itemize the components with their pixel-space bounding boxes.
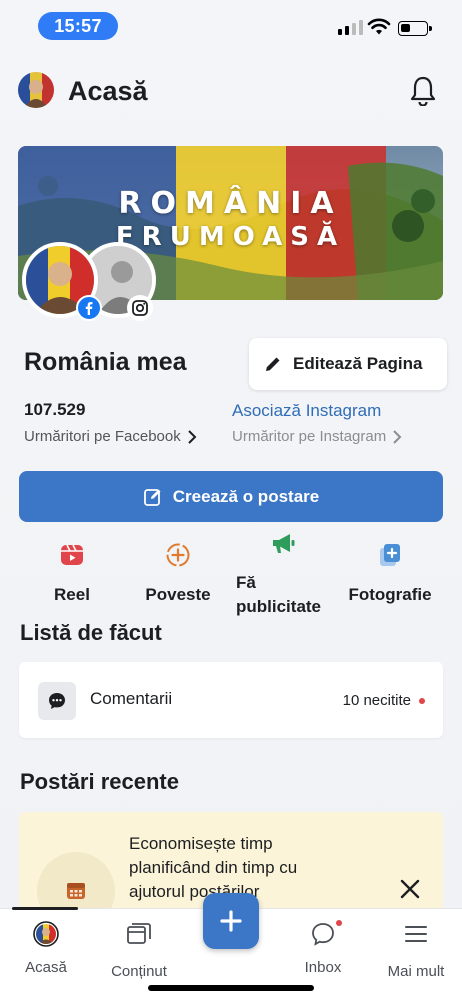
cover-title-line2: FRUMOASĂ	[115, 222, 346, 252]
create-post-button[interactable]: Creează o postare	[19, 471, 443, 522]
cover-title-line1: ROMÂNIA	[118, 186, 343, 221]
edit-page-label: Editează Pagina	[293, 354, 423, 373]
wifi-icon	[367, 18, 391, 35]
compose-icon	[143, 488, 161, 506]
action-story-label: Poveste	[145, 585, 211, 604]
action-photo-label: Fotografie	[348, 585, 432, 604]
nav-content-label: Conținut	[111, 963, 167, 980]
inbox-icon	[310, 920, 342, 947]
close-icon[interactable]	[399, 878, 421, 900]
action-advertise[interactable]: Fă publicitate	[236, 530, 332, 617]
bell-icon[interactable]	[408, 74, 438, 106]
edit-page-button[interactable]: Editează Pagina	[249, 338, 447, 390]
chevron-right-icon	[188, 429, 197, 444]
story-plus-icon	[166, 543, 190, 567]
nav-content[interactable]: Conținut	[104, 921, 174, 980]
action-photo[interactable]: Fotografie	[342, 542, 438, 605]
instagram-logo-icon	[127, 295, 153, 321]
reel-icon	[61, 544, 83, 565]
todo-item-label: Comentarii	[90, 689, 173, 708]
page-name: România mea	[24, 348, 187, 376]
status-time: 15:57	[38, 12, 118, 40]
promo-text-line2: planificând din timp cu	[129, 858, 298, 877]
bottom-navigation: Acasă Conținut Inbox Mai mult	[0, 893, 462, 1000]
nav-more[interactable]: Mai mult	[380, 921, 452, 980]
create-fab-button[interactable]	[203, 893, 259, 949]
chevron-right-icon	[393, 429, 402, 444]
action-reel-label: Reel	[54, 585, 90, 604]
facebook-logo-icon	[76, 295, 102, 321]
action-story[interactable]: Poveste	[136, 542, 220, 605]
status-bar: 15:57	[0, 0, 462, 52]
home-indicator	[148, 985, 314, 991]
notification-dot	[336, 920, 342, 926]
promo-text-line1: Economisește timp	[129, 834, 273, 853]
action-advertise-label-line1: Fă	[236, 573, 256, 592]
action-reel[interactable]: Reel	[36, 542, 108, 605]
calendar-icon	[67, 883, 85, 899]
comment-icon	[38, 682, 76, 720]
nav-more-label: Mai mult	[387, 963, 445, 980]
todo-comments-item[interactable]: Comentarii 10 necitite	[19, 662, 443, 738]
todo-item-status: 10 necitite	[342, 692, 411, 709]
nav-inbox-label: Inbox	[304, 959, 342, 976]
instagram-followers-link[interactable]: Urmăritor pe Instagram	[232, 428, 402, 445]
unread-dot	[419, 698, 425, 704]
megaphone-icon	[273, 534, 295, 553]
photo-plus-icon	[380, 544, 400, 566]
plus-icon	[220, 910, 242, 932]
active-tab-indicator	[12, 907, 78, 910]
recent-posts-title: Postări recente	[20, 769, 179, 794]
cellular-signal-icon	[338, 20, 363, 35]
content-icon	[127, 923, 151, 944]
action-advertise-label-line2: publicitate	[236, 597, 322, 616]
instagram-followers-label: Urmăritor pe Instagram	[232, 428, 387, 445]
facebook-followers-count: 107.529	[24, 400, 86, 419]
create-post-label: Creează o postare	[172, 486, 320, 506]
page-title: Acasă	[68, 76, 148, 106]
menu-icon	[405, 926, 427, 942]
todo-section-title: Listă de făcut	[20, 620, 162, 645]
facebook-followers-link[interactable]: Urmăritori pe Facebook	[24, 428, 197, 445]
page-header: Acasă	[18, 70, 448, 114]
avatar[interactable]	[18, 72, 54, 108]
nav-inbox[interactable]: Inbox	[296, 920, 350, 976]
facebook-followers-label: Urmăritori pe Facebook	[24, 428, 181, 445]
nav-home-label: Acasă	[25, 959, 67, 976]
nav-home[interactable]: Acasă	[18, 921, 74, 976]
pencil-icon	[266, 357, 280, 371]
battery-icon	[398, 21, 432, 36]
connect-instagram-link[interactable]: Asociază Instagram	[232, 401, 381, 421]
home-avatar-icon	[33, 921, 59, 947]
